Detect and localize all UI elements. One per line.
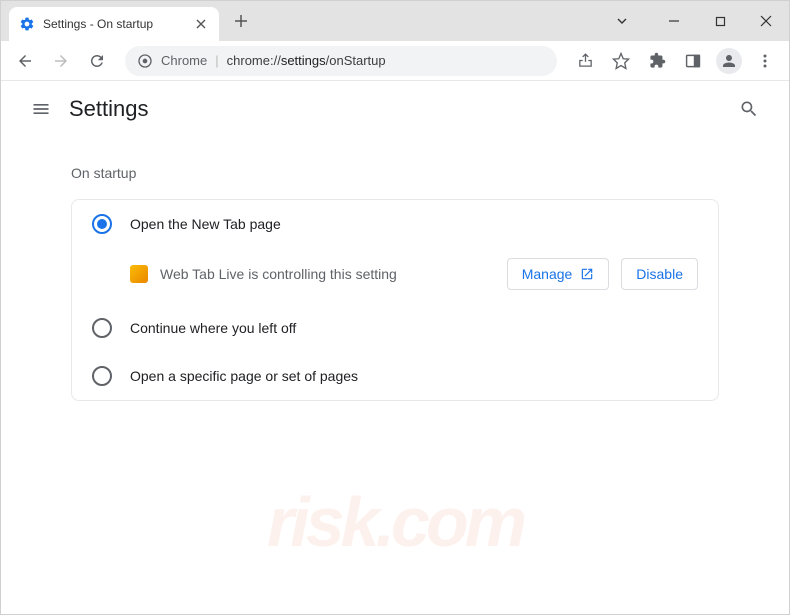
- hamburger-icon[interactable]: [21, 89, 61, 129]
- minimize-button[interactable]: [651, 1, 697, 41]
- controlled-by-extension: Web Tab Live is controlling this setting…: [72, 248, 718, 304]
- open-external-icon: [580, 267, 594, 281]
- window-titlebar: Settings - On startup: [1, 1, 789, 41]
- close-button[interactable]: [743, 1, 789, 41]
- search-icon[interactable]: [729, 89, 769, 129]
- menu-icon[interactable]: [749, 45, 781, 77]
- settings-header: Settings: [1, 81, 789, 137]
- radio-selected[interactable]: [92, 214, 112, 234]
- chevron-down-icon[interactable]: [599, 1, 645, 41]
- option-label: Open the New Tab page: [130, 216, 281, 232]
- option-specific-page[interactable]: Open a specific page or set of pages: [72, 352, 718, 400]
- extension-icon: [130, 265, 148, 283]
- bookmark-icon[interactable]: [605, 45, 637, 77]
- option-continue[interactable]: Continue where you left off: [72, 304, 718, 352]
- option-label: Continue where you left off: [130, 320, 296, 336]
- disable-button[interactable]: Disable: [621, 258, 698, 290]
- back-button[interactable]: [9, 45, 41, 77]
- address-bar[interactable]: Chrome| chrome://settings/onStartup: [125, 46, 557, 76]
- close-icon[interactable]: [193, 16, 209, 32]
- new-tab-button[interactable]: [227, 7, 255, 35]
- share-icon[interactable]: [569, 45, 601, 77]
- radio-unselected[interactable]: [92, 318, 112, 338]
- section-title: On startup: [71, 165, 789, 181]
- extensions-icon[interactable]: [641, 45, 673, 77]
- tab-title: Settings - On startup: [43, 17, 185, 31]
- browser-tab[interactable]: Settings - On startup: [9, 7, 219, 41]
- reload-button[interactable]: [81, 45, 113, 77]
- option-label: Open a specific page or set of pages: [130, 368, 358, 384]
- watermark: risk.com: [267, 482, 523, 562]
- chrome-icon: [137, 53, 153, 69]
- page-title: Settings: [69, 96, 149, 122]
- maximize-button[interactable]: [697, 1, 743, 41]
- forward-button[interactable]: [45, 45, 77, 77]
- controlled-text: Web Tab Live is controlling this setting: [160, 266, 495, 282]
- url-text: chrome://settings/onStartup: [227, 53, 386, 68]
- radio-unselected[interactable]: [92, 366, 112, 386]
- option-new-tab[interactable]: Open the New Tab page: [72, 200, 718, 248]
- startup-options-card: Open the New Tab page Web Tab Live is co…: [71, 199, 719, 401]
- url-chip: Chrome|: [161, 53, 219, 68]
- browser-toolbar: Chrome| chrome://settings/onStartup: [1, 41, 789, 81]
- manage-button[interactable]: Manage: [507, 258, 610, 290]
- profile-avatar[interactable]: [713, 45, 745, 77]
- gear-icon: [19, 16, 35, 32]
- sidepanel-icon[interactable]: [677, 45, 709, 77]
